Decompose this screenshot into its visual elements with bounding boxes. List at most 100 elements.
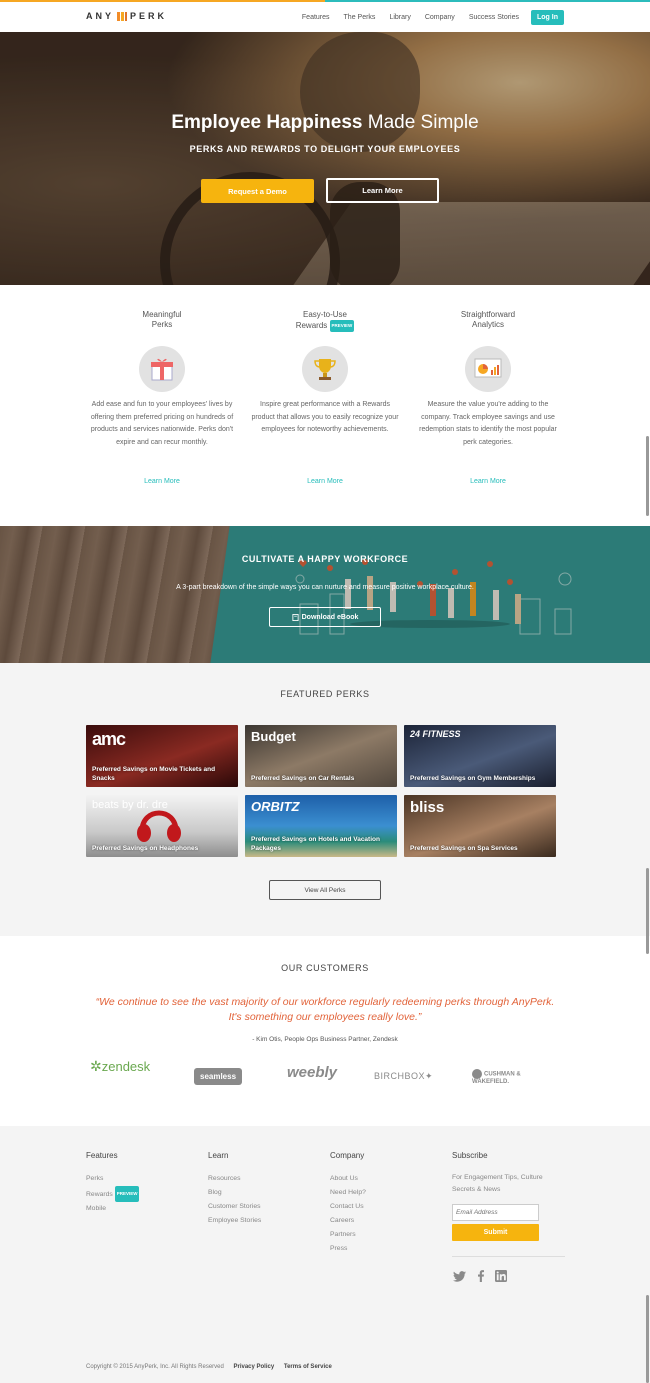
- download-ebook-button[interactable]: Download eBook: [269, 607, 381, 627]
- hero-title-rest: Made Simple: [367, 112, 479, 133]
- footer-heading: Learn: [208, 1151, 229, 1160]
- perk-brand: bliss: [410, 799, 445, 816]
- scrollbar-thumb[interactable]: [646, 436, 649, 516]
- footer: Features Perks Rewards PREVIEW Mobile Le…: [0, 1126, 650, 1383]
- perk-brand: 24 FITNESS: [410, 729, 461, 739]
- footer-link-employee-stories[interactable]: Employee Stories: [208, 1214, 261, 1228]
- featured-perks-section: FEATURED PERKS amc Preferred Savings on …: [0, 663, 650, 936]
- copyright-bar: Copyright © 2015 AnyPerk, Inc. All Right…: [86, 1364, 332, 1370]
- feature-title-line2: Perks: [151, 320, 173, 329]
- nav-success-stories[interactable]: Success Stories: [469, 14, 519, 21]
- features-section: Meaningful Perks Add ease and fun to you…: [0, 285, 650, 526]
- footer-link-contact-us[interactable]: Contact Us: [330, 1200, 366, 1214]
- footer-link-perks[interactable]: Perks: [86, 1172, 139, 1186]
- perk-tile-orbitz[interactable]: ORBITZ Preferred Savings on Hotels and V…: [245, 795, 397, 857]
- feature-perks-learn-more[interactable]: Learn More: [87, 478, 237, 485]
- feature-analytics-learn-more[interactable]: Learn More: [413, 478, 563, 485]
- download-ebook-label: Download eBook: [301, 613, 359, 621]
- hero-subtitle: PERKS AND REWARDS TO DELIGHT YOUR EMPLOY…: [189, 144, 461, 154]
- perk-brand: amc: [92, 729, 126, 749]
- footer-link-need-help[interactable]: Need Help?: [330, 1186, 366, 1200]
- customer-logos: ✲zendesk seamless weebly BIRCHBOX✦ CUSHM…: [86, 1056, 564, 1088]
- hero: Employee Happiness Made Simple PERKS AND…: [0, 32, 650, 285]
- ebook-banner: CULTIVATE A HAPPY WORKFORCE A 3-part bre…: [0, 526, 650, 663]
- scrollbar-thumb[interactable]: [646, 1295, 649, 1383]
- footer-heading: Subscribe: [452, 1151, 488, 1160]
- footer-link-press[interactable]: Press: [330, 1242, 366, 1256]
- nav-features[interactable]: Features: [302, 14, 330, 21]
- book-icon: [292, 613, 299, 621]
- feature-title-line2: Analytics: [471, 320, 504, 329]
- top-nav: ANY PERK Features The Perks Library Compa…: [0, 2, 650, 32]
- perk-tile-beats[interactable]: beats by dr. dre Preferred Savings on He…: [86, 795, 238, 857]
- footer-link-about-us[interactable]: About Us: [330, 1172, 366, 1186]
- logo-mark-icon: [117, 11, 128, 21]
- headphones-icon: [137, 810, 181, 842]
- scrollbar-thumb[interactable]: [646, 868, 649, 954]
- ebook-subtitle: A 3-part breakdown of the simple ways yo…: [176, 584, 474, 591]
- facebook-icon[interactable]: [474, 1269, 488, 1283]
- zendesk-logo: ✲zendesk: [90, 1058, 151, 1074]
- view-all-perks-button[interactable]: View All Perks: [269, 880, 381, 900]
- footer-heading: Features: [86, 1151, 118, 1160]
- copyright-text: Copyright © 2015 AnyPerk, Inc. All Right…: [86, 1364, 224, 1370]
- twitter-icon[interactable]: [452, 1269, 466, 1283]
- footer-link-partners[interactable]: Partners: [330, 1228, 366, 1242]
- perk-caption: Preferred Savings on Hotels and Vacation…: [251, 836, 380, 852]
- perk-caption: Preferred Savings on Car Rentals: [251, 774, 355, 782]
- cushman-wakefield-logo: CUSHMAN & WAKEFIELD.: [472, 1069, 542, 1086]
- perk-tile-bliss[interactable]: bliss Preferred Savings on Spa Services: [404, 795, 556, 857]
- privacy-policy-link[interactable]: Privacy Policy: [234, 1364, 275, 1370]
- perk-brand: Budget: [251, 729, 296, 744]
- linkedin-icon[interactable]: [494, 1269, 508, 1283]
- feature-description: Inspire great performance with a Rewards…: [251, 401, 399, 434]
- perk-brand: ORBITZ: [251, 799, 300, 814]
- footer-link-mobile[interactable]: Mobile: [86, 1202, 139, 1216]
- customer-quote: “We continue to see the vast majority of…: [95, 996, 555, 1023]
- customers-section: OUR CUSTOMERS “We continue to see the va…: [0, 936, 650, 1126]
- perk-tile-24-hour-fitness[interactable]: 24 FITNESS Preferred Savings on Gym Memb…: [404, 725, 556, 787]
- hero-learn-more-button[interactable]: Learn More: [326, 178, 439, 203]
- perk-caption: Preferred Savings on Headphones: [92, 844, 199, 852]
- footer-link-blog[interactable]: Blog: [208, 1186, 261, 1200]
- footer-company-column: Company About Us Need Help? Contact Us C…: [330, 1151, 366, 1256]
- gift-icon: [139, 346, 185, 392]
- nav-the-perks[interactable]: The Perks: [344, 14, 376, 21]
- plus-icon: ✦: [425, 1071, 434, 1081]
- footer-learn-column: Learn Resources Blog Customer Stories Em…: [208, 1151, 261, 1228]
- preview-badge: PREVIEW: [329, 320, 355, 332]
- footer-heading: Company: [330, 1151, 365, 1160]
- perk-caption: Preferred Savings on Movie Tickets and S…: [92, 766, 216, 782]
- feature-title: Straightforward Analytics: [413, 310, 563, 330]
- feature-description: Measure the value you're adding to the c…: [419, 401, 557, 446]
- preview-badge: PREVIEW: [114, 1186, 140, 1202]
- login-button[interactable]: Log In: [531, 9, 564, 25]
- anyperk-logo[interactable]: ANY PERK: [86, 11, 167, 21]
- footer-link-careers[interactable]: Careers: [330, 1214, 366, 1228]
- perk-tile-budget[interactable]: Budget Preferred Savings on Car Rentals: [245, 725, 397, 787]
- footer-link-customer-stories[interactable]: Customer Stories: [208, 1200, 261, 1214]
- featured-perks-title: FEATURED PERKS: [280, 689, 370, 699]
- terms-of-service-link[interactable]: Terms of Service: [284, 1364, 332, 1370]
- nav-library[interactable]: Library: [389, 14, 410, 21]
- perk-tile-amc[interactable]: amc Preferred Savings on Movie Tickets a…: [86, 725, 238, 787]
- footer-subscribe-column: Subscribe For Engagement Tips, Culture S…: [452, 1151, 567, 1196]
- footer-divider: [452, 1256, 565, 1257]
- footer-link-resources[interactable]: Resources: [208, 1172, 261, 1186]
- footer-link-rewards[interactable]: Rewards PREVIEW: [86, 1186, 140, 1202]
- page: ANY PERK Features The Perks Library Compa…: [0, 0, 650, 1383]
- feature-rewards-learn-more[interactable]: Learn More: [250, 478, 400, 485]
- request-demo-button[interactable]: Request a Demo: [201, 179, 314, 203]
- perk-caption: Preferred Savings on Gym Memberships: [410, 774, 536, 782]
- feature-title: Meaningful Perks: [87, 310, 237, 330]
- footer-features-column: Features Perks Rewards PREVIEW Mobile: [86, 1151, 140, 1216]
- feature-description: Add ease and fun to your employees' live…: [90, 401, 234, 446]
- perk-caption: Preferred Savings on Spa Services: [410, 844, 518, 852]
- seamless-logo: seamless: [194, 1068, 243, 1085]
- submit-button[interactable]: Submit: [452, 1224, 539, 1241]
- cushman-mark-icon: [472, 1069, 482, 1079]
- feature-title-line1: Easy-to-Use: [302, 310, 347, 319]
- email-field[interactable]: [452, 1204, 539, 1221]
- nav-company[interactable]: Company: [425, 14, 455, 21]
- ebook-overlay: [0, 526, 650, 663]
